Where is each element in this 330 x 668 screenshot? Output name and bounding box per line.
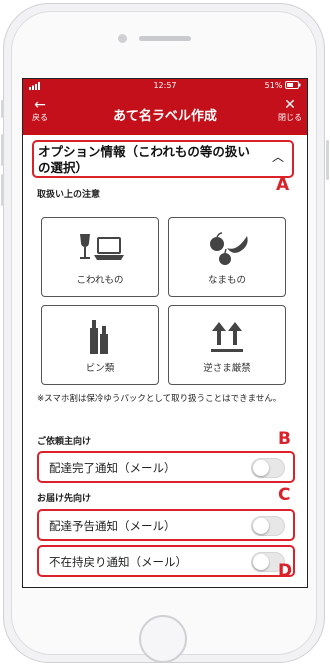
handling-card-perishable[interactable]: なまもの [168,217,286,297]
toggle-knob [253,518,269,534]
volume-up-button [1,134,4,166]
delivery-complete-notice-row: 配達完了通知（メール） [37,451,295,483]
delivery-advance-notice-row: 配達予告通知（メール） [37,509,295,541]
page-title: あて名ラベル作成 [113,109,217,124]
recipient-section-label: お届け先向け [37,494,92,504]
volume-down-button [1,174,4,206]
fragile-icon [42,230,158,270]
sender-section-label: ご依頼主向け [37,437,92,447]
bottles-icon [42,318,158,358]
form-content: オプション情報（こわれもの等の扱いの選択） ︿ A 取扱い上の注意 こわれもの [23,135,307,587]
chevron-up-icon: ︿ [271,150,284,164]
handling-label: 取扱い上の注意 [37,190,101,200]
back-label: 戻る [32,113,48,122]
toggle-knob [253,460,269,476]
back-arrow-icon: ← [34,97,46,113]
absence-return-notice-row: 不在持戻り通知（メール） [37,545,295,577]
app-header: ← 戻る あて名ラベル作成 ✕ 閉じる [23,93,307,135]
handling-card-fragile[interactable]: こわれもの [41,217,159,297]
close-icon: ✕ [284,97,296,113]
close-button[interactable]: ✕ 閉じる [277,97,303,122]
marker-a: A [276,175,290,195]
battery-indicator: 51% [265,81,301,90]
handling-card-label: 逆さま厳禁 [203,363,251,374]
handling-card-this-side-up[interactable]: 逆さま厳禁 [168,305,286,385]
close-label: 閉じる [278,113,302,122]
app-screen: 12:57 51% ← 戻る あて名ラベル作成 ✕ 閉じる オプション情報（こわ… [22,78,308,588]
power-button [326,140,329,180]
toggle-knob [253,554,269,570]
handling-card-label: なまもの [207,275,246,286]
mute-switch [1,100,4,118]
delivery-complete-notice-toggle[interactable] [251,458,285,478]
this-side-up-icon [169,318,285,358]
toggle-label: 配達予告通知（メール） [49,519,176,533]
toggle-label: 配達完了通知（メール） [49,461,176,475]
toggle-label: 不在持戻り通知（メール） [49,555,187,569]
marker-b: B [278,429,291,449]
handling-note: ※スマホ割は保冷ゆうパックとして取り扱うことはできません。 [37,394,282,404]
handling-card-label: こわれもの [76,275,124,286]
perishable-icon [169,230,285,270]
handling-card-label: ビン類 [85,363,115,374]
marker-c: C [278,485,291,505]
battery-percent: 51% [264,81,283,90]
home-button[interactable] [139,615,187,663]
handling-card-bottles[interactable]: ビン類 [41,305,159,385]
battery-icon [285,81,301,89]
front-camera [118,34,127,43]
earpiece-speaker [139,36,191,41]
option-section-title: オプション情報（こわれもの等の扱いの選択） [38,144,250,175]
back-button[interactable]: ← 戻る [27,97,53,122]
delivery-advance-notice-toggle[interactable] [251,516,285,536]
option-section-header[interactable]: オプション情報（こわれもの等の扱いの選択） ︿ [32,140,294,178]
marker-d: D [278,561,293,581]
status-bar: 12:57 51% [23,79,307,93]
